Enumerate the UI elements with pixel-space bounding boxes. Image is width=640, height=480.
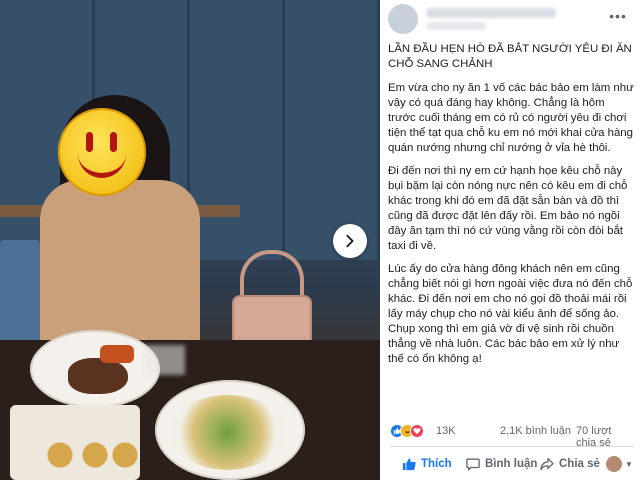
post-actions: Thích Bình luận Chia sẻ ▼ — [380, 449, 640, 479]
chevron-right-icon — [346, 234, 354, 248]
sticker-mouth — [78, 154, 126, 178]
caret-down-icon: ▼ — [625, 459, 633, 469]
wall-panel — [190, 0, 285, 260]
avatar — [606, 456, 622, 472]
like-button[interactable]: Thích — [402, 451, 452, 477]
thumbs-up-icon — [402, 458, 416, 471]
post-stats: 13K 2,1K bình luận 70 lượt chia sẻ — [390, 422, 634, 449]
reaction-profile-selector[interactable]: ▼ — [606, 451, 633, 477]
love-reaction-icon — [410, 424, 424, 438]
share-icon — [540, 458, 554, 471]
sauce-bowl — [100, 345, 134, 363]
share-button[interactable]: Chia sẻ — [540, 451, 600, 477]
smiley-face-sticker — [58, 108, 146, 196]
comment-label: Bình luận — [485, 458, 538, 470]
reaction-count[interactable]: 13K — [436, 425, 456, 437]
post-title: LẦN ĐẦU HẸN HÒ ĐÃ BẮT NGƯỜI YÊU ĐI ĂN CH… — [388, 43, 632, 70]
post-paragraph: Đi đến nơi thì ny em cứ hạnh họe kêu chỗ… — [388, 165, 628, 252]
share-label: Chia sẻ — [559, 458, 600, 470]
wall-panel — [285, 0, 380, 260]
more-icon[interactable]: ••• — [606, 8, 630, 24]
salad — [170, 395, 285, 470]
avatar[interactable] — [388, 4, 418, 34]
post-meta-blurred — [426, 22, 486, 30]
steak — [68, 358, 128, 394]
blurred-area — [145, 345, 185, 375]
author-name-blurred[interactable] — [426, 8, 556, 18]
person-body — [40, 180, 200, 350]
crackers — [40, 440, 140, 470]
reaction-icons[interactable] — [390, 424, 424, 438]
post-header: ••• — [380, 0, 640, 40]
post-panel: ••• LẦN ĐẦU HẸN HÒ ĐÃ BẮT NGƯỜI YÊU ĐI Ă… — [380, 0, 640, 480]
comment-button[interactable]: Bình luận — [466, 451, 537, 477]
post-photo[interactable] — [0, 0, 380, 480]
post-paragraph: Lúc ấy do cửa hàng đông khách nên em cũn… — [388, 263, 633, 365]
post-paragraph: Em vừa cho ny ăn 1 vố các bác bảo em làm… — [388, 82, 634, 154]
post-content: LẦN ĐẦU HẸN HÒ ĐÃ BẮT NGƯỜI YÊU ĐI ĂN CH… — [388, 42, 634, 375]
comment-count[interactable]: 2,1K bình luận — [500, 425, 571, 437]
next-photo-button[interactable] — [333, 224, 367, 258]
like-label: Thích — [421, 458, 452, 470]
sticker-eye — [110, 132, 117, 152]
divider — [390, 446, 634, 447]
comment-icon — [466, 458, 480, 471]
sticker-eye — [86, 132, 93, 152]
